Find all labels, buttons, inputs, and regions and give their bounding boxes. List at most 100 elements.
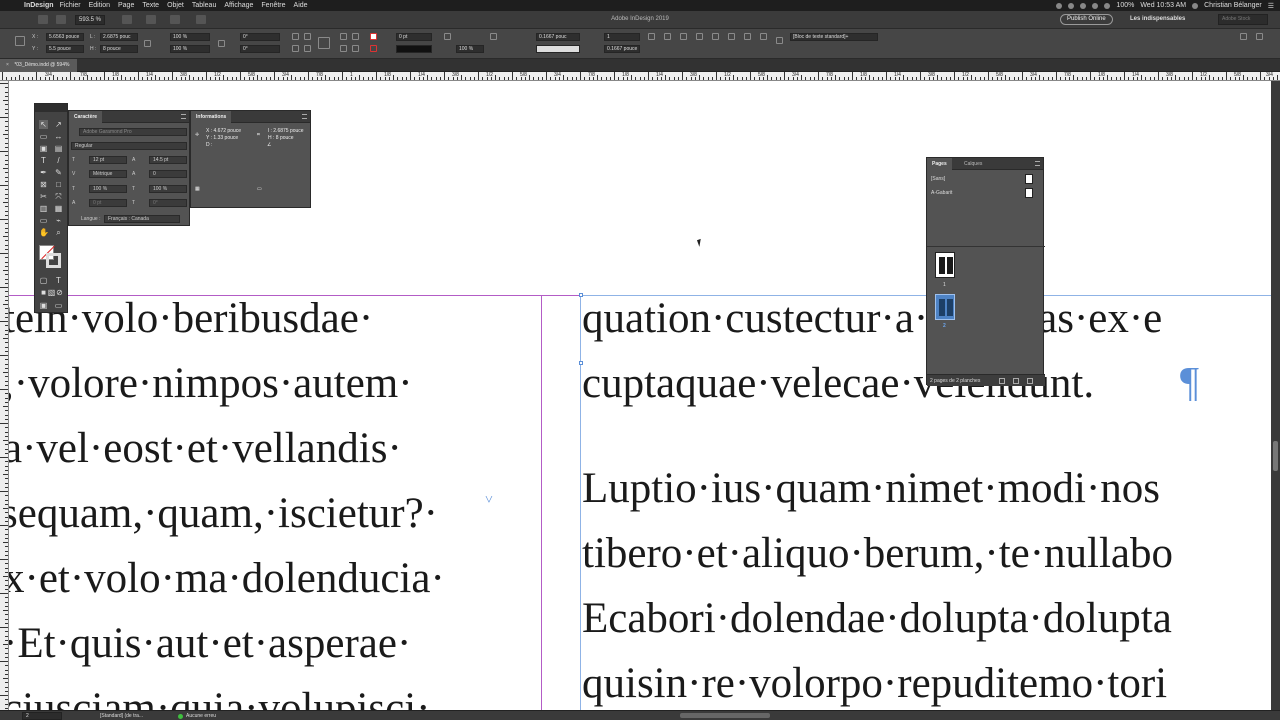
fit-frame-icon[interactable] [728, 33, 735, 40]
battery-text[interactable]: 100% [1116, 2, 1134, 9]
tab-calques[interactable]: Calques [959, 158, 987, 170]
stock-search-input[interactable]: Adobe Stock [1218, 14, 1268, 25]
align-center-icon[interactable] [664, 33, 671, 40]
bluetooth-icon[interactable] [1080, 2, 1087, 9]
menu-page[interactable]: Page [118, 2, 134, 9]
menu-aide[interactable]: Aide [294, 2, 308, 9]
text-line[interactable]: quation·custectur·a·voluptas·ex·e [582, 297, 1162, 340]
font-size-field[interactable]: 12 pt [89, 156, 127, 164]
horizontal-ruler[interactable]: 3/4 7/8 1/8 1/4 3/8 1/2 5/8 3/4 7/8 1 1/… [0, 72, 1280, 81]
vertical-scrollbar[interactable] [1271, 81, 1280, 710]
skew-field[interactable]: 0° [149, 199, 187, 207]
tab-informations[interactable]: Informations [191, 111, 232, 123]
leading-field[interactable]: 14.5 pt [149, 156, 187, 164]
language-dropdown[interactable]: Français : Canada [104, 215, 180, 223]
control-panel-menu-icon[interactable] [1256, 33, 1263, 40]
page-1-thumbnail[interactable] [935, 252, 955, 278]
table-style-indicator[interactable]: [Standard] (de tra... [100, 712, 143, 720]
y-position-field[interactable]: 5.5 pouce [46, 45, 84, 53]
horizontal-scale-field[interactable]: 100 % [149, 185, 187, 193]
rectangle-frame-tool-icon[interactable]: ⊠ [39, 180, 48, 189]
gutter-field[interactable]: 0.1667 pouce [604, 45, 640, 53]
pencil-tool-icon[interactable]: ✎ [54, 168, 63, 177]
master-a[interactable]: A-Gabarit [931, 190, 952, 196]
user-name[interactable]: Christian Bélanger [1204, 2, 1262, 9]
menu-affichage[interactable]: Affichage [224, 2, 253, 9]
eyedropper-tool-icon[interactable]: ⌁ [54, 216, 63, 225]
effects-icon[interactable] [444, 33, 451, 40]
apply-none-icon[interactable]: ⊘ [55, 288, 64, 297]
rectangle-tool-icon[interactable]: □ [54, 180, 63, 189]
width-field[interactable]: 2.6875 pouc [100, 33, 138, 41]
screen-mode-icon[interactable]: ▣ [39, 301, 48, 310]
selection-tool-icon[interactable]: ↖ [39, 120, 48, 129]
horizontal-scrollbar[interactable] [680, 713, 770, 718]
auto-fit-icon[interactable] [712, 33, 719, 40]
menu-fenetre[interactable]: Fenêtre [261, 2, 285, 9]
text-line[interactable]: x·et·volo·ma·dolenducia· [9, 557, 445, 600]
close-icon[interactable]: × [6, 62, 9, 68]
object-style-dropdown[interactable]: [Bloc de texte standard]+ [790, 33, 878, 41]
stroke-color-preview[interactable] [536, 45, 580, 53]
delete-page-icon[interactable] [1027, 378, 1033, 384]
height-field[interactable]: 8 pouce [100, 45, 138, 53]
panel-grip[interactable] [35, 104, 67, 112]
center-content-icon[interactable] [760, 33, 767, 40]
text-line[interactable]: a·vel·eost·et·vellandis· [9, 427, 402, 470]
tracking-field[interactable]: 0 [149, 170, 187, 178]
note-tool-icon[interactable]: ▭ [39, 216, 48, 225]
menu-edition[interactable]: Edition [89, 2, 110, 9]
vertical-scale-field[interactable]: 100 % [89, 185, 127, 193]
menu-objet[interactable]: Objet [167, 2, 184, 9]
volume-icon[interactable] [1104, 2, 1111, 9]
menu-texte[interactable]: Texte [142, 2, 159, 9]
select-content-icon[interactable] [352, 33, 359, 40]
panel-menu-icon[interactable] [302, 114, 307, 119]
creative-cloud-icon[interactable] [1056, 2, 1063, 9]
scale-y-field[interactable]: 100 % [170, 45, 210, 53]
justify-vertical-icon[interactable] [696, 33, 703, 40]
stroke-weight-field[interactable]: 0 pt [396, 33, 432, 41]
shear-angle-field[interactable]: 0° [240, 45, 280, 53]
gradient-feather-tool-icon[interactable]: ▦ [54, 204, 63, 213]
wifi-icon[interactable] [1092, 2, 1099, 9]
workspace-switcher[interactable]: Les indispensables [1130, 16, 1185, 22]
columns-field[interactable]: 1 [604, 33, 640, 41]
text-line[interactable]: Luptio·ius·quam·nimet·modi·nos [582, 467, 1160, 510]
preflight-status[interactable]: Aucune erreu [178, 712, 216, 720]
rotate-ccw-icon[interactable] [304, 33, 311, 40]
constrain-scale-icon[interactable] [218, 40, 225, 47]
stroke-type-dropdown[interactable] [396, 45, 432, 53]
master-none-thumbnail[interactable] [1025, 174, 1033, 184]
type-tool-icon[interactable]: T [39, 156, 48, 165]
reference-point-icon[interactable] [15, 36, 25, 46]
hand-tool-icon[interactable]: ✋ [39, 228, 49, 237]
align-bottom-icon[interactable] [680, 33, 687, 40]
line-tool-icon[interactable]: / [54, 156, 63, 165]
scissors-tool-icon[interactable]: ✂ [39, 192, 48, 201]
page-2-thumbnail[interactable] [935, 294, 955, 320]
page-tool-icon[interactable]: ▭ [39, 132, 48, 141]
master-a-thumbnail[interactable] [1025, 188, 1033, 198]
stroke-swatch-icon[interactable] [370, 45, 377, 52]
align-top-icon[interactable] [648, 33, 655, 40]
font-style-dropdown[interactable]: Regular [71, 142, 187, 150]
text-line[interactable]: ,·volore·nimpos·autem· [9, 362, 413, 405]
scrollbar-thumb[interactable] [1273, 441, 1278, 471]
free-transform-tool-icon[interactable]: ⤧ [54, 192, 63, 201]
page-number-field[interactable]: 2 [22, 712, 62, 720]
zoom-tool-icon[interactable]: ⌕ [54, 228, 63, 237]
panel-menu-icon[interactable] [181, 114, 186, 119]
text-line[interactable]: tibero·et·aliquo·berum,·te·nullabo [582, 532, 1173, 575]
flip-horizontal-icon[interactable] [292, 45, 299, 52]
scale-x-field[interactable]: 100 % [170, 33, 210, 41]
publish-online-button[interactable]: Publish Online [1060, 14, 1113, 25]
clock[interactable]: Wed 10:53 AM [1140, 2, 1186, 9]
time-machine-icon[interactable] [1068, 2, 1075, 9]
stroke-swatch[interactable] [46, 253, 61, 268]
text-frame-inset-field[interactable]: 0.1667 pouc [536, 33, 580, 41]
opacity-field[interactable]: 100 % [456, 45, 484, 53]
menu-app-name[interactable]: InDesign [24, 2, 54, 9]
formatting-container-icon[interactable]: ▢ [39, 276, 48, 285]
content-collector-icon[interactable]: ▣ [39, 144, 48, 153]
